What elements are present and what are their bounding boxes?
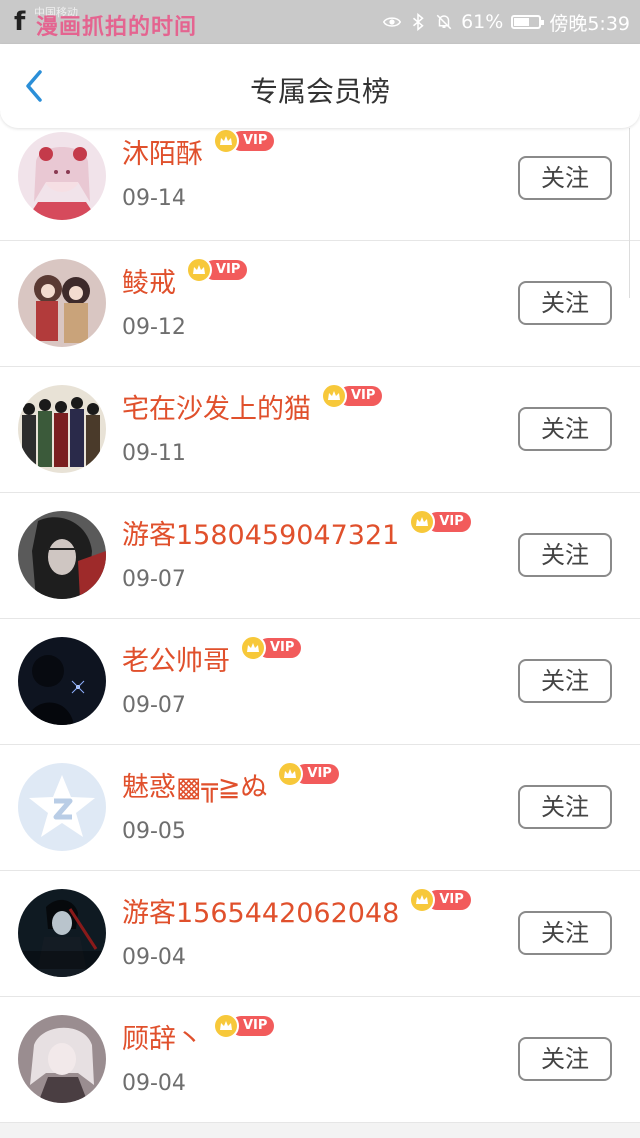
vip-badge: VIP	[213, 1013, 275, 1039]
vip-badge: VIP	[240, 635, 302, 661]
bluetooth-icon	[413, 13, 424, 31]
battery-percent: 61%	[461, 11, 504, 33]
list-item[interactable]: 顾辞丶 VIP 09-04 关注	[0, 997, 640, 1123]
avatar[interactable]	[18, 259, 106, 347]
member-date: 09-07	[122, 567, 186, 592]
member-date: 09-07	[122, 693, 186, 718]
crown-icon	[409, 509, 436, 535]
top-bar: 专属会员榜	[0, 44, 640, 128]
member-name[interactable]: 沐陌酥	[122, 132, 203, 171]
member-date: 09-05	[122, 819, 186, 844]
follow-button[interactable]: 关注	[518, 407, 612, 451]
avatar[interactable]	[18, 132, 106, 220]
list-item[interactable]: 宅在沙发上的猫 VIP 09-11 关注	[0, 367, 640, 493]
member-name-row: 鲮戒 VIP	[122, 257, 248, 300]
member-name-row: 顾辞丶 VIP	[122, 1013, 275, 1056]
status-right: 61% 傍晚5:39	[383, 9, 630, 35]
member-name-row: 老公帅哥 VIP	[122, 635, 302, 678]
member-name[interactable]: 老公帅哥	[122, 639, 230, 678]
crown-icon	[186, 257, 212, 283]
member-name[interactable]: 游客1580459047321	[122, 513, 399, 552]
app-logo-icon: f	[14, 7, 26, 37]
list-item[interactable]: 魅惑▩╦≧ぬ VIP 09-05 关注	[0, 745, 640, 871]
avatar[interactable]	[18, 385, 106, 473]
follow-button[interactable]: 关注	[518, 659, 612, 703]
member-name[interactable]: 顾辞丶	[122, 1017, 203, 1056]
follow-button[interactable]: 关注	[518, 156, 612, 200]
mute-icon	[436, 14, 452, 30]
vip-badge: VIP	[409, 509, 471, 535]
follow-button[interactable]: 关注	[518, 533, 612, 577]
vip-badge: VIP	[186, 257, 248, 283]
avatar[interactable]	[18, 637, 106, 725]
avatar[interactable]	[18, 889, 106, 977]
member-name-row: 魅惑▩╦≧ぬ VIP	[122, 761, 339, 804]
list-item[interactable]: 老公帅哥 VIP 09-07 关注	[0, 619, 640, 745]
member-name[interactable]: 宅在沙发上的猫	[122, 387, 311, 426]
crown-icon	[409, 887, 436, 913]
follow-button[interactable]: 关注	[518, 785, 612, 829]
avatar[interactable]	[18, 511, 106, 599]
crown-icon	[213, 1013, 239, 1039]
member-name-row: 游客1580459047321 VIP	[122, 509, 471, 552]
avatar[interactable]	[18, 1015, 106, 1103]
battery-icon	[511, 15, 545, 29]
eye-icon	[383, 17, 402, 27]
status-left: f 中国移动 漫画抓拍的时间	[8, 4, 238, 40]
crown-icon	[213, 128, 239, 154]
member-name-row: 沐陌酥 VIP	[122, 128, 275, 171]
vip-badge: VIP	[321, 383, 383, 409]
member-name-row: 游客1565442062048 VIP	[122, 887, 471, 930]
page-title: 专属会员榜	[249, 75, 390, 108]
follow-button[interactable]: 关注	[518, 1037, 612, 1081]
clock: 傍晚5:39	[549, 12, 630, 35]
avatar[interactable]	[18, 763, 106, 851]
vip-badge: VIP	[213, 128, 275, 154]
member-name[interactable]: 魅惑▩╦≧ぬ	[122, 765, 267, 804]
member-list: 沐陌酥 VIP 09-14 关注 鲮戒 VIP 09-12 关注 宅在沙发上的猫…	[0, 112, 640, 1123]
follow-button[interactable]: 关注	[518, 281, 612, 325]
crown-icon	[240, 635, 266, 661]
vip-badge: VIP	[277, 761, 339, 787]
list-item[interactable]: 沐陌酥 VIP 09-14 关注	[0, 112, 640, 241]
member-name[interactable]: 鲮戒	[122, 261, 176, 300]
status-bar: f 中国移动 漫画抓拍的时间 61% 傍晚5:39	[0, 0, 640, 44]
member-date: 09-14	[122, 186, 186, 211]
member-name-row: 宅在沙发上的猫 VIP	[122, 383, 383, 426]
member-date: 09-11	[122, 441, 186, 466]
member-name[interactable]: 游客1565442062048	[122, 891, 399, 930]
member-date: 09-04	[122, 945, 186, 970]
list-item[interactable]: 鲮戒 VIP 09-12 关注	[0, 241, 640, 367]
watermark-text: 漫画抓拍的时间	[36, 15, 198, 40]
vip-badge: VIP	[409, 887, 471, 913]
crown-icon	[277, 761, 304, 787]
crown-icon	[321, 383, 347, 409]
follow-button[interactable]: 关注	[518, 911, 612, 955]
member-date: 09-04	[122, 1071, 186, 1096]
scrollbar[interactable]	[629, 128, 640, 298]
member-date: 09-12	[122, 315, 186, 340]
list-item[interactable]: 游客1580459047321 VIP 09-07 关注	[0, 493, 640, 619]
list-item[interactable]: 游客1565442062048 VIP 09-04 关注	[0, 871, 640, 997]
